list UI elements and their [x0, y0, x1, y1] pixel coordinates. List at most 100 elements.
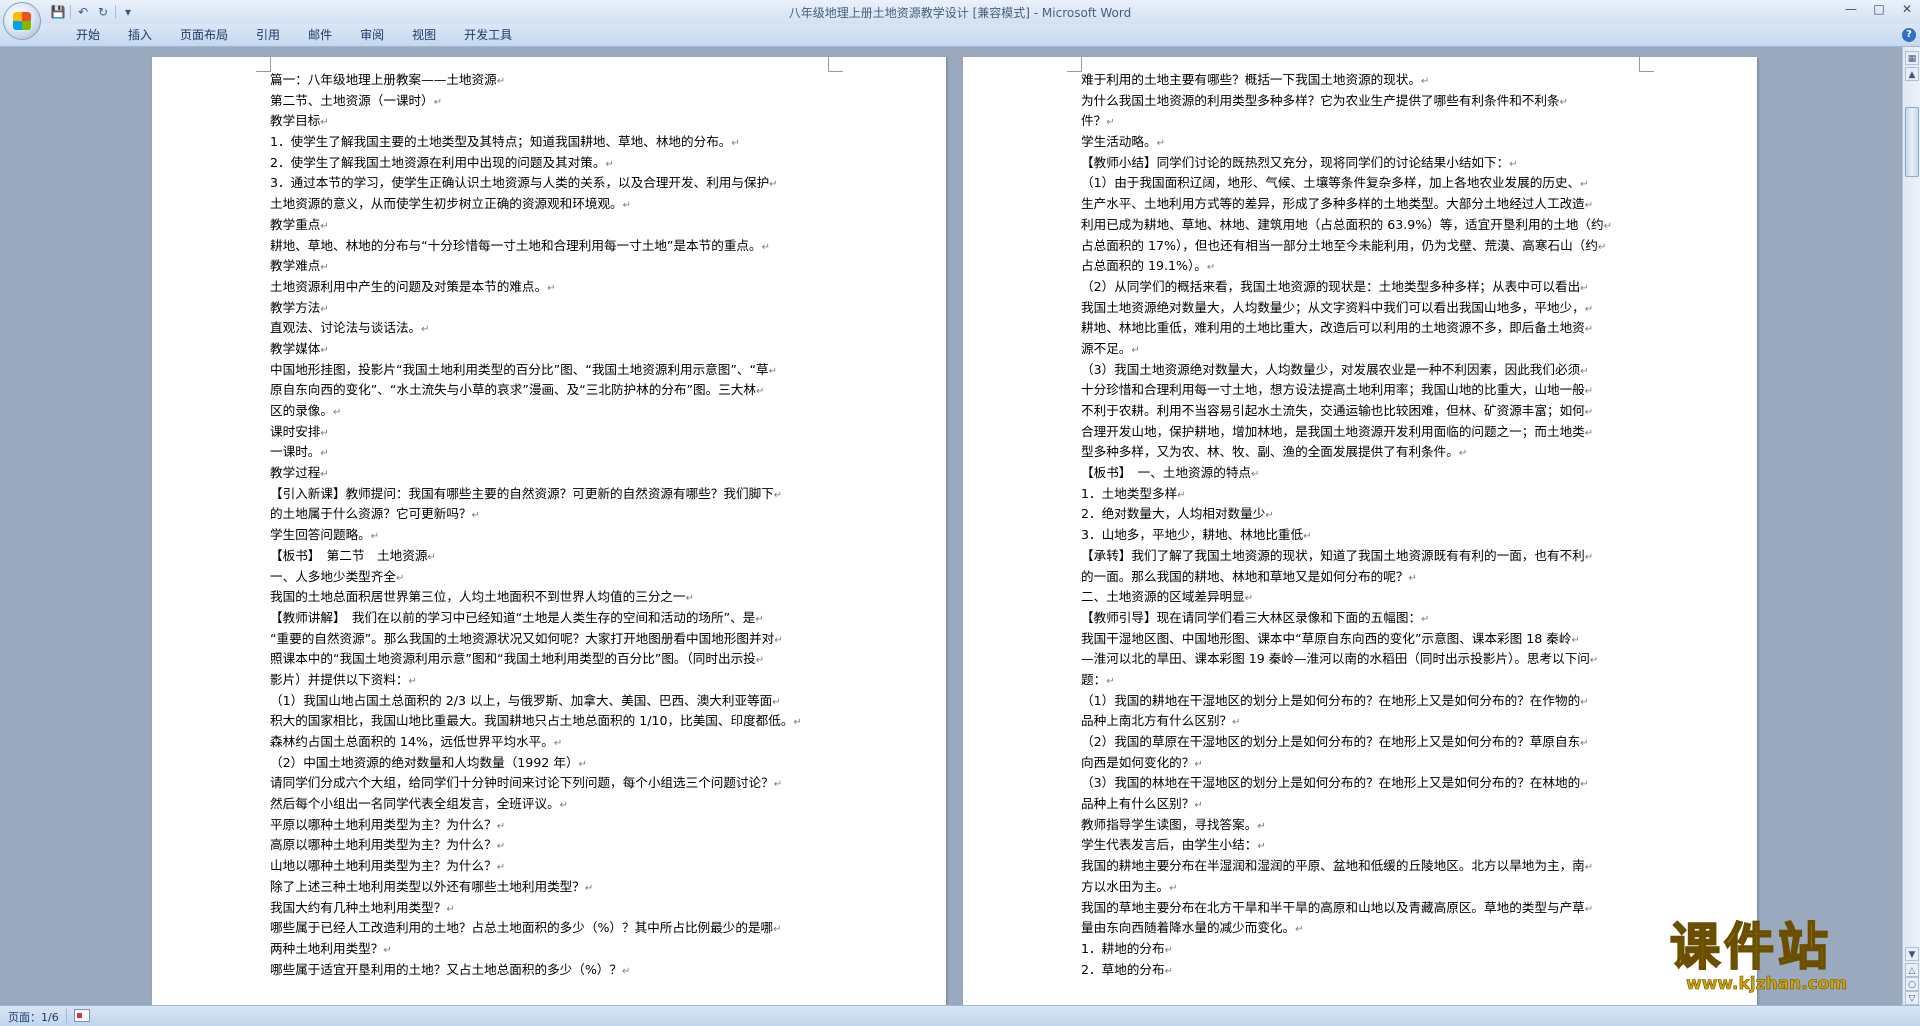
paragraph-line[interactable]: 课时安排↵ [270, 422, 830, 443]
previous-page-icon[interactable]: △ [1905, 963, 1919, 977]
paragraph-line[interactable]: 第二节、土地资源（一课时）↵ [270, 91, 830, 112]
paragraph-line[interactable]: 直观法、讨论法与谈话法。↵ [270, 318, 830, 339]
tab-page-layout[interactable]: 页面布局 [166, 27, 242, 43]
page-text-left[interactable]: 篇一：八年级地理上册教案——土地资源↵ 第二节、土地资源（一课时）↵ 教学目标↵ 1．… [270, 70, 830, 980]
paragraph-line[interactable]: 件？↵ [1081, 111, 1641, 132]
paragraph-line[interactable]: 学生代表发言后，由学生小结：↵ [1081, 835, 1641, 856]
scrollbar-thumb[interactable] [1905, 107, 1919, 177]
paragraph-line[interactable]: 哪些属于适宜开垦利用的土地？又占土地总面积的多少（%）？↵ [270, 960, 830, 981]
paragraph-line[interactable]: 为什么我国土地资源的利用类型多种多样？它为农业生产提供了哪些有利条件和不利条↵ [1081, 91, 1641, 112]
paragraph-line[interactable]: 教学目标↵ [270, 111, 830, 132]
paragraph-line[interactable]: 【承转】我们了解了我国土地资源的现状，知道了我国土地资源既有有利的一面，也有不利… [1081, 546, 1641, 567]
maximize-icon[interactable]: □ [1872, 2, 1886, 16]
paragraph-line[interactable]: 高原以哪种土地利用类型为主？为什么？↵ [270, 835, 830, 856]
paragraph-line[interactable]: 哪些属于已经人工改造利用的土地？占总土地面积的多少（%）？其中所占比例最少的是哪… [270, 918, 830, 939]
paragraph-line[interactable]: 二、土地资源的区域差异明显↵ [1081, 587, 1641, 608]
paragraph-line[interactable]: 占总面积的 17%），但也还有相当一部分土地至今未能利用，仍为戈壁、荒漠、高寒石… [1081, 236, 1641, 257]
paragraph-line[interactable]: 一课时。↵ [270, 442, 830, 463]
paragraph-line[interactable]: 3．通过本节的学习，使学生正确认识土地资源与人类的关系，以及合理开发、利用与保护… [270, 173, 830, 194]
paragraph-line[interactable]: —淮河以北的旱田、课本彩图 19 秦岭—淮河以南的水稻田（同时出示投影片）。思考… [1081, 649, 1641, 670]
close-icon[interactable]: ✕ [1900, 2, 1914, 16]
paragraph-line[interactable]: 教学重点↵ [270, 215, 830, 236]
tab-developer[interactable]: 开发工具 [450, 27, 526, 43]
paragraph-line[interactable]: 学生活动略。↵ [1081, 132, 1641, 153]
paragraph-line[interactable]: 2．绝对数量大，人均相对数量少↵ [1081, 504, 1641, 525]
document-page-right[interactable]: 难于利用的土地主要有哪些？概括一下我国土地资源的现状。↵ 为什么我国土地资源的利用… [963, 57, 1757, 1005]
scroll-up-icon[interactable]: ▲ [1905, 67, 1919, 81]
paragraph-line[interactable]: 向西是如何变化的？↵ [1081, 753, 1641, 774]
paragraph-line[interactable]: 品种上有什么区别？↵ [1081, 794, 1641, 815]
paragraph-line[interactable]: 教学方法↵ [270, 298, 830, 319]
tab-mailings[interactable]: 邮件 [294, 27, 346, 43]
paragraph-line[interactable]: 【板书】 第二节 土地资源↵ [270, 546, 830, 567]
tab-insert[interactable]: 插入 [114, 27, 166, 43]
paragraph-line[interactable]: 的一面。那么我国的耕地、林地和草地又是如何分布的呢？↵ [1081, 567, 1641, 588]
paragraph-line[interactable]: 3．山地多，平地少，耕地、林地比重低↵ [1081, 525, 1641, 546]
paragraph-line[interactable]: 一、人多地少类型齐全↵ [270, 567, 830, 588]
paragraph-line[interactable]: 不利于农耕。利用不当容易引起水土流失，交通运输也比较困难，但林、矿资源丰富；如何… [1081, 401, 1641, 422]
paragraph-line[interactable]: （3）我国的林地在干湿地区的划分上是如何分布的？在地形上又是如何分布的？在林地的… [1081, 773, 1641, 794]
next-page-icon[interactable]: ▽ [1905, 991, 1919, 1005]
paragraph-line[interactable]: 积大的国家相比，我国山地比重最大。我国耕地只占土地总面积的 1/10，比美国、印… [270, 711, 830, 732]
paragraph-line[interactable]: 我国大约有几种土地利用类型？↵ [270, 898, 830, 919]
tab-view[interactable]: 视图 [398, 27, 450, 43]
paragraph-line[interactable]: 量由东向西随着降水量的减少而变化。↵ [1081, 918, 1641, 939]
paragraph-line[interactable]: 区的录像。↵ [270, 401, 830, 422]
scroll-down-icon[interactable]: ▼ [1905, 947, 1919, 961]
paragraph-line[interactable]: 十分珍惜和合理利用每一寸土地，想方设法提高土地利用率；我国山地的比重大，山地一般… [1081, 380, 1641, 401]
paragraph-line[interactable]: 教师指导学生读图，寻找答案。↵ [1081, 815, 1641, 836]
paragraph-line[interactable]: 难于利用的土地主要有哪些？概括一下我国土地资源的现状。↵ [1081, 70, 1641, 91]
paragraph-line[interactable]: 原自东向西的变化”、“水土流失与小草的哀求”漫画、及“三北防护林的分布”图。三大… [270, 380, 830, 401]
paragraph-line[interactable]: 影片）并提供以下资料：↵ [270, 670, 830, 691]
tab-home[interactable]: 开始 [62, 27, 114, 43]
paragraph-line[interactable]: （1）我国的耕地在干湿地区的划分上是如何分布的？在地形上又是如何分布的？在作物的… [1081, 691, 1641, 712]
paragraph-line[interactable]: 土地资源利用中产生的问题及对策是本节的难点。↵ [270, 277, 830, 298]
paragraph-line[interactable]: 教学过程↵ [270, 463, 830, 484]
paragraph-line[interactable]: 【引入新课】教师提问：我国有哪些主要的自然资源？可更新的自然资源有哪些？我们脚下… [270, 484, 830, 505]
paragraph-line[interactable]: 2．草地的分布↵ [1081, 960, 1641, 981]
paragraph-line[interactable]: 利用已成为耕地、草地、林地、建筑用地（占总面积的 63.9%）等，适宜开垦利用的… [1081, 215, 1641, 236]
ruler-toggle-icon[interactable]: ▦ [1905, 51, 1919, 65]
paragraph-line[interactable]: （1）由于我国面积辽阔，地形、气候、土壤等条件复杂多样，加上各地农业发展的历史、… [1081, 173, 1641, 194]
paragraph-line[interactable]: 【板书】 一、土地资源的特点↵ [1081, 463, 1641, 484]
paragraph-line[interactable]: 的土地属于什么资源？它可更新吗？↵ [270, 504, 830, 525]
paragraph-line[interactable]: 方以水田为主。↵ [1081, 877, 1641, 898]
paragraph-line[interactable]: 耕地、草地、林地的分布与“十分珍惜每一寸土地和合理利用每一寸土地”是本节的重点。… [270, 236, 830, 257]
paragraph-line[interactable]: 土地资源的意义，从而使学生初步树立正确的资源观和环境观。↵ [270, 194, 830, 215]
paragraph-line[interactable]: 请同学们分成六个大组，给同学们十分钟时间来讨论下列问题，每个小组选三个问题讨论？… [270, 773, 830, 794]
page-text-right[interactable]: 难于利用的土地主要有哪些？概括一下我国土地资源的现状。↵ 为什么我国土地资源的利用… [1081, 70, 1641, 980]
paragraph-line[interactable]: 1．耕地的分布↵ [1081, 939, 1641, 960]
paragraph-line[interactable]: 1．使学生了解我国主要的土地类型及其特点；知道我国耕地、草地、林地的分布。↵ [270, 132, 830, 153]
paragraph-line[interactable]: 型多种多样，又为农、林、牧、副、渔的全面发展提供了有利条件。↵ [1081, 442, 1641, 463]
paragraph-line[interactable]: 合理开发山地，保护耕地，增加林地，是我国土地资源开发利用面临的问题之一；而土地类… [1081, 422, 1641, 443]
paragraph-line[interactable]: 山地以哪种土地利用类型为主？为什么？↵ [270, 856, 830, 877]
paragraph-line[interactable]: 生产水平、土地利用方式等的差异，形成了多种多样的土地类型。大部分土地经过人工改造… [1081, 194, 1641, 215]
paragraph-line[interactable]: （3）我国土地资源绝对数量大，人均数量少，对发展农业是一种不利因素，因此我们必须… [1081, 360, 1641, 381]
paragraph-line[interactable]: 2．使学生了解我国土地资源在利用中出现的问题及其对策。↵ [270, 153, 830, 174]
document-area[interactable]: 篇一：八年级地理上册教案——土地资源↵ 第二节、土地资源（一课时）↵ 教学目标↵ 1．… [0, 47, 1902, 1005]
paragraph-line[interactable]: 【教师讲解】 我们在以前的学习中已经知道“土地是人类生存的空间和活动的场所”、是… [270, 608, 830, 629]
paragraph-line[interactable]: 【教师小结】同学们讨论的既热烈又充分，现将同学们的讨论结果小结如下：↵ [1081, 153, 1641, 174]
paragraph-line[interactable]: 源不足。↵ [1081, 339, 1641, 360]
vertical-scrollbar[interactable]: ▦ ▲ ▼ △ ○ ▽ [1902, 47, 1920, 1005]
paragraph-line[interactable]: 占总面积的 19.1%）。↵ [1081, 256, 1641, 277]
paragraph-line[interactable]: 除了上述三种土地利用类型以外还有哪些土地利用类型？↵ [270, 877, 830, 898]
paragraph-line[interactable]: 教学媒体↵ [270, 339, 830, 360]
paragraph-line[interactable]: 耕地、林地比重低，难利用的土地比重大，改造后可以利用的土地资源不多，即后备土地资… [1081, 318, 1641, 339]
paragraph-line[interactable]: （2）中国土地资源的绝对数量和人均数量（1992 年）↵ [270, 753, 830, 774]
paragraph-line[interactable]: 我国的土地总面积居世界第三位，人均土地面积不到世界人均值的三分之一↵ [270, 587, 830, 608]
paragraph-line[interactable]: 【教师引导】现在请同学们看三大林区录像和下面的五幅图：↵ [1081, 608, 1641, 629]
tab-review[interactable]: 审阅 [346, 27, 398, 43]
paragraph-line[interactable]: 1．土地类型多样↵ [1081, 484, 1641, 505]
office-button[interactable] [3, 2, 41, 40]
help-icon[interactable]: ? [1902, 28, 1916, 42]
paragraph-line[interactable]: 篇一：八年级地理上册教案——土地资源↵ [270, 70, 830, 91]
paragraph-line[interactable]: 我国土地资源绝对数量大，人均数量少；从文字资料中我们可以看出我国山地多，平地少，… [1081, 298, 1641, 319]
paragraph-line[interactable]: （2）我国的草原在干湿地区的划分上是如何分布的？在地形上又是如何分布的？草原自东… [1081, 732, 1641, 753]
paragraph-line[interactable]: 两种土地利用类型？↵ [270, 939, 830, 960]
paragraph-line[interactable]: 品种上南北方有什么区别？↵ [1081, 711, 1641, 732]
document-page-left[interactable]: 篇一：八年级地理上册教案——土地资源↵ 第二节、土地资源（一课时）↵ 教学目标↵ 1．… [152, 57, 946, 1005]
paragraph-line[interactable]: 学生回答问题略。↵ [270, 525, 830, 546]
page-count[interactable]: 页面：1/6 [8, 1009, 59, 1025]
paragraph-line[interactable]: 平原以哪种土地利用类型为主？为什么？↵ [270, 815, 830, 836]
